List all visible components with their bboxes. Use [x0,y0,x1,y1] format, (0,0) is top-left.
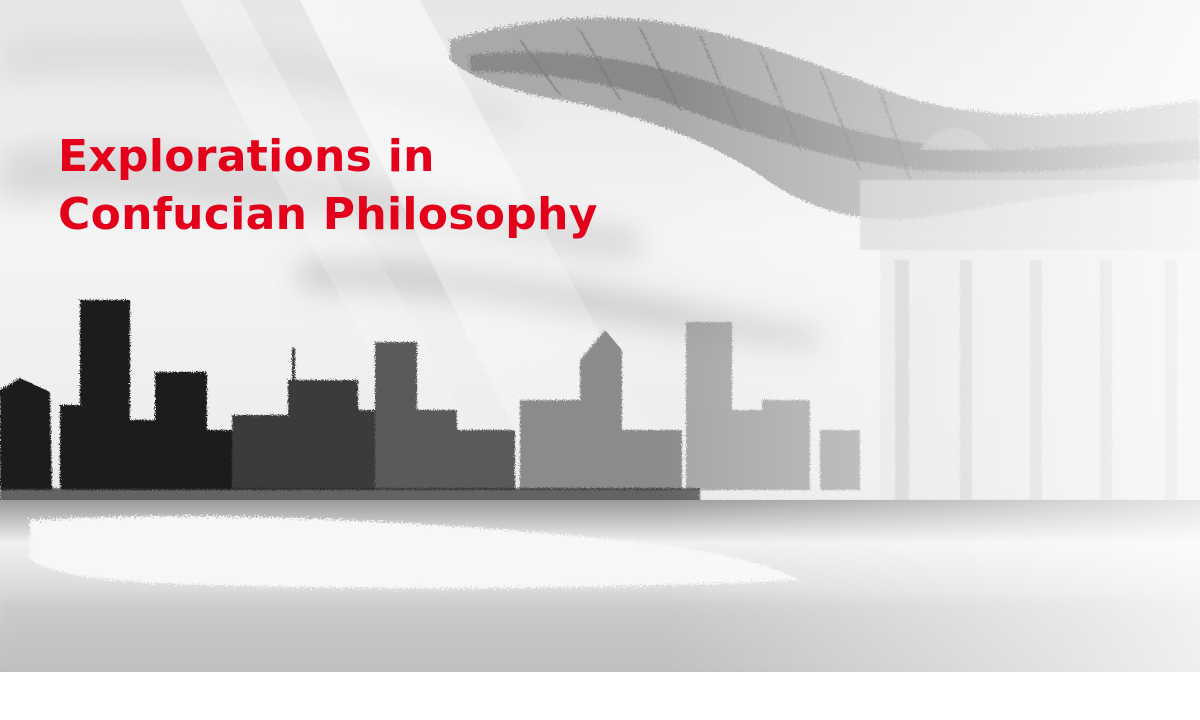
hero-banner: Explorations in Confucian Philosophy [0,0,1200,672]
banner-title: Explorations in Confucian Philosophy [58,128,698,244]
bottom-whitespace [0,672,1200,720]
title-line-2: Confucian Philosophy [58,189,598,240]
banner-illustration [0,0,1200,672]
title-line-1: Explorations in [58,131,435,182]
